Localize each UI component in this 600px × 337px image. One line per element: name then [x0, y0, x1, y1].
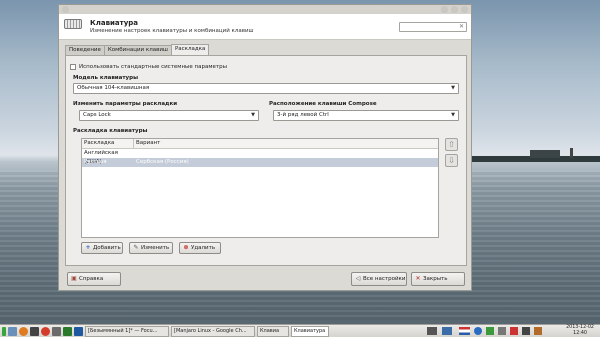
arrow-up-icon: ⇧: [448, 140, 455, 149]
tray-app-icon[interactable]: [486, 327, 494, 335]
arrow-down-icon: ⇩: [448, 156, 455, 165]
search-input[interactable]: ✕: [399, 22, 467, 32]
all-settings-button[interactable]: ◁ Все настройки: [351, 272, 407, 286]
dialog-subtitle: Изменение настроек клавиатуры и комбинац…: [90, 28, 254, 34]
layout-cell: Русская: [84, 159, 107, 165]
desktop-icon[interactable]: [74, 326, 83, 336]
change-layout-value: Caps Lock: [83, 112, 111, 118]
use-system-defaults-label: Использовать стандартные системные парам…: [79, 64, 227, 70]
volume-icon[interactable]: [522, 327, 530, 335]
monitor-icon[interactable]: [52, 326, 61, 336]
task-keyboard-1[interactable]: Клавиа: [257, 325, 289, 337]
chevron-down-icon: ▼: [451, 112, 455, 118]
clock-time: 12:40: [573, 330, 587, 336]
help-icon: ▣: [71, 275, 77, 282]
move-down-button[interactable]: ⇩: [445, 154, 458, 167]
layouts-table[interactable]: Раскладка Вариант Английская (США) Русск…: [81, 138, 439, 238]
close-icon: ✕: [415, 275, 421, 282]
power-icon[interactable]: [534, 327, 542, 335]
chevron-down-icon: ▼: [451, 85, 455, 91]
shoreline: [470, 148, 600, 162]
workspace-icon[interactable]: [63, 326, 72, 336]
keyboard-layouts-label: Раскладка клавиатуры: [73, 128, 148, 134]
clock-date: 2013-12-02: [566, 325, 594, 330]
tab-bar: Поведение Комбинации клавиш Раскладка: [65, 44, 210, 55]
edit-layout-button[interactable]: ✎ Изменить: [129, 242, 173, 254]
tab-shortcuts[interactable]: Комбинации клавиш: [103, 45, 172, 55]
tab-behavior[interactable]: Поведение: [65, 45, 105, 55]
plus-icon: +: [85, 244, 91, 251]
layouts-table-header: Раскладка Вариант: [82, 139, 438, 149]
close-icon[interactable]: [461, 6, 468, 13]
window-menu-icon[interactable]: [62, 6, 69, 13]
column-header-variant[interactable]: Вариант: [134, 139, 438, 148]
move-up-button[interactable]: ⇧: [445, 138, 458, 151]
variant-cell: Сербская (Россия): [136, 159, 189, 165]
column-header-layout[interactable]: Раскладка: [82, 139, 134, 148]
remove-icon: ⊗: [183, 244, 189, 251]
layout-cell: Английская (США): [84, 150, 118, 165]
tab-layout[interactable]: Раскладка: [170, 44, 210, 55]
close-button[interactable]: ✕ Закрыть: [411, 272, 465, 286]
window-titlebar[interactable]: [59, 5, 471, 14]
close-label: Закрыть: [423, 276, 448, 282]
window-controls: [441, 6, 468, 13]
all-settings-label: Все настройки: [363, 276, 406, 282]
compose-key-combo[interactable]: 3-й ряд левой Ctrl ▼: [273, 110, 459, 121]
help-button[interactable]: ▣ Справка: [67, 272, 121, 286]
add-layout-label: Добавить: [93, 245, 121, 251]
keyboard-icon: [64, 19, 82, 29]
us-flag-icon[interactable]: [459, 327, 470, 335]
back-arrow-icon: ◁: [355, 275, 361, 282]
manjaro-menu-icon[interactable]: [2, 326, 6, 336]
update-icon[interactable]: [474, 327, 482, 335]
taskbar: [Безымянный 1]* — Focu... [Manjaro Linux…: [0, 324, 600, 337]
edit-layout-label: Изменить: [141, 245, 170, 251]
compose-key-label: Расположение клавиши Compose: [269, 101, 377, 107]
keyboard-model-value: Обычная 104-клавишная: [77, 85, 150, 91]
keyboard-model-combo[interactable]: Обычная 104-клавишная ▼: [73, 83, 459, 94]
add-layout-button[interactable]: + Добавить: [81, 242, 123, 254]
keyboard-settings-window: Клавиатура Изменение настроек клавиатуры…: [58, 4, 472, 291]
window-menu-buttons: [62, 6, 69, 13]
change-layout-combo[interactable]: Caps Lock ▼: [79, 110, 259, 121]
task-chrome[interactable]: [Manjaro Linux - Google Ch...: [171, 325, 255, 337]
clock[interactable]: 2013-12-02 12:40: [566, 325, 594, 336]
dialog-title: Клавиатура: [90, 19, 138, 27]
minimize-icon[interactable]: [441, 6, 448, 13]
file-manager-icon[interactable]: [8, 326, 17, 336]
edit-icon: ✎: [133, 244, 139, 251]
clear-search-icon[interactable]: ✕: [459, 23, 464, 30]
remove-layout-label: Удалить: [191, 245, 216, 251]
help-label: Справка: [79, 276, 104, 282]
task-focuswriter[interactable]: [Безымянный 1]* — Focu...: [85, 325, 169, 337]
change-layout-label: Изменить параметры раскладки: [73, 101, 178, 107]
terminal-icon[interactable]: [30, 326, 39, 336]
dialog-header: Клавиатура Изменение настроек клавиатуры…: [59, 14, 471, 40]
variant-cell: [134, 149, 438, 158]
remove-layout-button[interactable]: ⊗ Удалить: [179, 242, 221, 254]
table-row[interactable]: Английская (США): [82, 149, 438, 165]
table-row-selected[interactable]: Русская Сербская (Россия): [82, 158, 438, 167]
network-graph-icon[interactable]: [442, 327, 452, 335]
task-keyboard-2[interactable]: Клавиатура: [291, 325, 329, 337]
chrome-icon[interactable]: [41, 326, 50, 336]
maximize-icon[interactable]: [451, 6, 458, 13]
chevron-down-icon: ▼: [251, 112, 255, 118]
keyboard-model-label: Модель клавиатуры: [73, 75, 139, 81]
firefox-icon[interactable]: [19, 326, 28, 336]
system-monitor-icon[interactable]: [427, 327, 437, 335]
network-icon[interactable]: [498, 327, 506, 335]
battery-icon[interactable]: [510, 327, 518, 335]
compose-key-value: 3-й ряд левой Ctrl: [277, 112, 329, 118]
use-system-defaults-checkbox[interactable]: [70, 64, 76, 70]
